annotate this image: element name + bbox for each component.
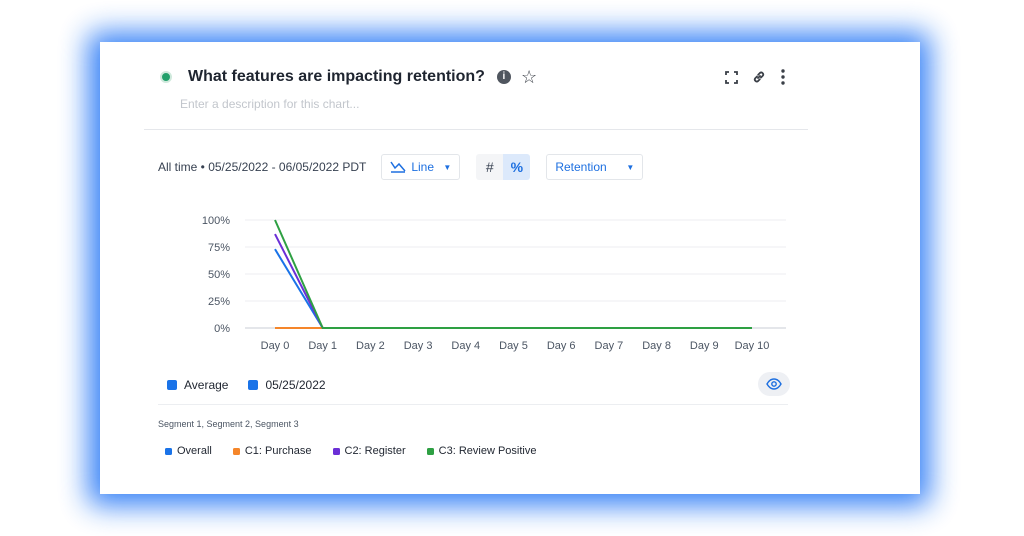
chart-card: What features are impacting retention? i… [100, 42, 920, 494]
legend-item[interactable]: C1: Purchase [232, 445, 312, 457]
legend-swatch [248, 380, 259, 390]
legend-item[interactable]: C2: Register [332, 445, 406, 457]
x-tick-label: Day 2 [356, 340, 385, 352]
legend-item[interactable]: Overall [165, 445, 212, 457]
series-line-c2-register [274, 233, 752, 329]
segment-legend: Overall C1: Purchase C2: Register C3: Revie… [165, 445, 557, 457]
chart-legend: Average 05/25/2022 [167, 378, 346, 392]
x-tick-label: Day 10 [735, 340, 770, 352]
legend-label: Overall [177, 445, 212, 457]
series-line-overall [274, 248, 752, 329]
legend-item[interactable]: C3: Review Positive [426, 445, 537, 457]
y-tick-label: 100% [202, 215, 230, 227]
x-tick-label: Day 7 [595, 340, 624, 352]
visibility-toggle-button[interactable] [758, 372, 790, 396]
legend-swatch [426, 447, 434, 455]
x-tick-label: Day 0 [261, 340, 290, 352]
eye-icon [766, 378, 782, 390]
y-tick-label: 25% [208, 296, 230, 308]
x-tick-label: Day 9 [690, 340, 719, 352]
legend-swatch [165, 447, 172, 455]
legend-item[interactable]: 05/25/2022 [248, 378, 326, 392]
x-tick-label: Day 1 [308, 340, 337, 352]
y-tick-label: 75% [208, 242, 230, 254]
y-tick-label: 0% [214, 323, 230, 335]
x-tick-label: Day 8 [642, 340, 671, 352]
legend-item[interactable]: Average [167, 378, 228, 392]
legend-swatch [167, 380, 177, 390]
legend-label: Average [184, 378, 229, 392]
legend-swatch [232, 447, 240, 455]
legend-label: C3: Review Positive [438, 445, 537, 457]
legend-divider [158, 404, 788, 405]
legend-swatch [332, 447, 340, 455]
x-tick-label: Day 4 [451, 340, 480, 352]
y-tick-label: 50% [208, 269, 230, 281]
x-tick-label: Day 5 [499, 340, 528, 352]
segments-title: Segment 1, Segment 2, Segment 3 [158, 419, 299, 429]
x-tick-label: Day 6 [547, 340, 576, 352]
legend-label: C1: Purchase [244, 445, 312, 457]
legend-label: 05/25/2022 [265, 378, 326, 392]
legend-label: C2: Register [344, 445, 406, 457]
x-tick-label: Day 3 [404, 340, 433, 352]
retention-line-chart: 100% 75% 50% 25% 0% Day 0 Day 1 Day 2 Day 3 Day 4… [202, 215, 786, 352]
